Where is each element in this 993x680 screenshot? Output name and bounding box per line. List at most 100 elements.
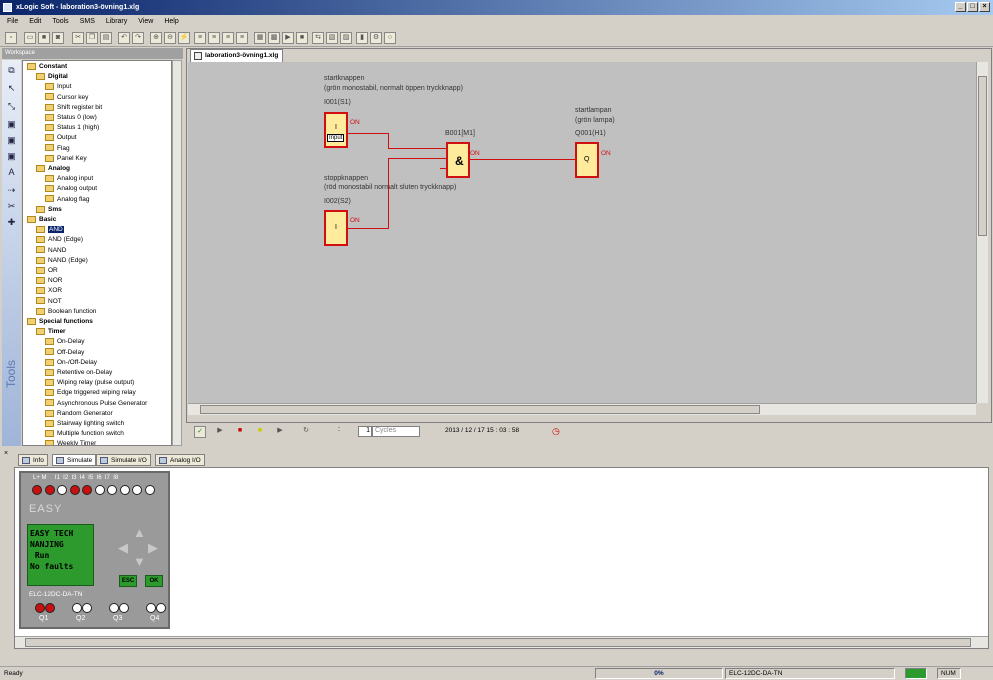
- tree-item[interactable]: NAND (Edge): [36, 256, 88, 266]
- tree-item[interactable]: Output: [45, 133, 77, 143]
- upload-icon[interactable]: ▨: [340, 32, 352, 44]
- simulate-icon[interactable]: ▶: [282, 32, 294, 44]
- tree-item[interactable]: Stairway lighting switch: [45, 419, 124, 429]
- sim-play-icon[interactable]: ▶: [214, 426, 226, 438]
- tree-item[interactable]: On-Delay: [45, 337, 84, 347]
- tree-item[interactable]: Off-Delay: [45, 348, 84, 358]
- tree-item[interactable]: Analog input: [45, 174, 93, 184]
- sim-start-icon[interactable]: ✓: [194, 426, 206, 438]
- tree-item[interactable]: Panel Key: [45, 154, 87, 164]
- input-led[interactable]: [132, 485, 142, 495]
- stop-icon[interactable]: ■: [296, 32, 308, 44]
- tree-item[interactable]: Random Generator: [45, 409, 113, 419]
- redo-icon[interactable]: ↷: [132, 32, 144, 44]
- tree-item[interactable]: AND (Edge): [36, 235, 83, 245]
- tree-item[interactable]: Multiple function switch: [45, 429, 124, 439]
- menu-file[interactable]: File: [7, 18, 18, 25]
- tree-item[interactable]: Analog: [36, 164, 70, 174]
- tree-item[interactable]: XOR: [36, 286, 62, 296]
- menu-help[interactable]: Help: [164, 18, 178, 25]
- chart-icon[interactable]: ▦: [254, 32, 266, 44]
- tree-item[interactable]: Flag: [45, 144, 70, 154]
- tree-item[interactable]: Digital: [36, 72, 68, 82]
- tree-item[interactable]: Status 0 (low): [45, 113, 97, 123]
- save-as-icon[interactable]: ◙: [52, 32, 64, 44]
- add-icon[interactable]: ✚: [5, 216, 18, 229]
- tree-item[interactable]: Wiping relay (pulse output): [45, 378, 134, 388]
- transfer-icon[interactable]: ⇆: [312, 32, 324, 44]
- tab-simulate[interactable]: Simulate: [52, 454, 97, 466]
- connect-icon[interactable]: ⚡: [178, 32, 190, 44]
- align-right-icon[interactable]: ≡: [222, 32, 234, 44]
- input-led[interactable]: [69, 485, 80, 495]
- menu-sms[interactable]: SMS: [80, 18, 95, 25]
- input-led[interactable]: [32, 485, 42, 495]
- tree-item[interactable]: AND: [36, 225, 64, 235]
- vscroll-thumb[interactable]: [978, 76, 987, 236]
- tree-item[interactable]: Retentive on-Delay: [45, 368, 112, 378]
- link-icon[interactable]: ⇢: [5, 184, 18, 197]
- diagram-canvas[interactable]: startknappen (grön monostabil, normalt ö…: [188, 62, 976, 403]
- menu-library[interactable]: Library: [106, 18, 127, 25]
- hscroll-thumb[interactable]: [200, 405, 760, 414]
- tree-item[interactable]: On-/Off-Delay: [45, 358, 97, 368]
- gf-block-icon[interactable]: ▣: [5, 134, 18, 147]
- panel-hscroll-thumb[interactable]: [25, 638, 971, 647]
- dpad-left-icon[interactable]: ◀: [118, 540, 128, 556]
- tree-item[interactable]: Asynchronous Pulse Generator: [45, 399, 147, 409]
- tree-item[interactable]: NOR: [36, 276, 62, 286]
- close-panel-icon[interactable]: ×: [4, 450, 8, 457]
- menu-tools[interactable]: Tools: [52, 18, 68, 25]
- tree-item[interactable]: OR: [36, 266, 58, 276]
- align-left-icon[interactable]: ≡: [194, 32, 206, 44]
- maximize-button[interactable]: □: [967, 2, 978, 12]
- connector-icon[interactable]: ⤡: [5, 100, 18, 113]
- cycles-input[interactable]: 1: [358, 426, 372, 437]
- sim-loop-icon[interactable]: ↻: [300, 426, 312, 438]
- menu-edit[interactable]: Edit: [29, 18, 41, 25]
- align-center-icon[interactable]: ≡: [208, 32, 220, 44]
- dpad-up-icon[interactable]: ▲: [133, 525, 146, 540]
- sim-pause-icon[interactable]: ■: [254, 426, 266, 438]
- ok-button[interactable]: OK: [145, 575, 163, 587]
- panel-hscrollbar[interactable]: [15, 636, 988, 648]
- copy-icon[interactable]: ❐: [86, 32, 98, 44]
- tree-item[interactable]: Edge triggered wiping relay: [45, 388, 136, 398]
- sf-block-icon[interactable]: ▣: [5, 150, 18, 163]
- document-tab[interactable]: laboration3-övning1.xlg: [190, 49, 284, 62]
- input-led[interactable]: [44, 485, 55, 495]
- input-led[interactable]: [94, 485, 105, 495]
- tree-item[interactable]: Sms: [36, 205, 62, 215]
- undo-icon[interactable]: ↶: [118, 32, 130, 44]
- plc-dpad[interactable]: ▲ ◀ ▶ ▼: [118, 525, 162, 569]
- clock-icon[interactable]: ◷: [552, 426, 560, 437]
- save-icon[interactable]: ■: [38, 32, 50, 44]
- tree-item[interactable]: Boolean function: [36, 307, 96, 317]
- grid-icon[interactable]: ▩: [268, 32, 280, 44]
- sim-step-icon[interactable]: ▶: [274, 426, 286, 438]
- input-led[interactable]: [144, 485, 155, 495]
- tree-item[interactable]: Constant: [27, 62, 67, 72]
- and-block-m1[interactable]: &: [446, 142, 470, 178]
- tab-info[interactable]: Info: [18, 454, 48, 466]
- tree-scrollbar[interactable]: [172, 60, 182, 446]
- tree-item[interactable]: Input: [45, 82, 71, 92]
- workspace-toggle-icon[interactable]: ⧉: [5, 64, 18, 77]
- input-block-s2[interactable]: I: [324, 210, 348, 246]
- new-icon[interactable]: ▫: [5, 32, 17, 44]
- sim-stop-icon[interactable]: ■: [234, 426, 246, 438]
- menu-view[interactable]: View: [138, 18, 153, 25]
- tree-item[interactable]: Weekly Timer: [45, 439, 96, 445]
- input-block-s1[interactable]: I Input: [324, 112, 348, 148]
- cut-icon[interactable]: ✂: [72, 32, 84, 44]
- tree-item[interactable]: Timer: [36, 327, 66, 337]
- tree-item[interactable]: Analog output: [45, 184, 97, 194]
- input-led[interactable]: [57, 485, 67, 495]
- open-icon[interactable]: ▭: [24, 32, 36, 44]
- cycles-unit-select[interactable]: Cycles: [372, 426, 420, 437]
- tree-item[interactable]: NOT: [36, 297, 62, 307]
- zoom-out-icon[interactable]: ⊖: [164, 32, 176, 44]
- cut-line-icon[interactable]: ✂: [5, 200, 18, 213]
- tree-item[interactable]: Special functions: [27, 317, 93, 327]
- canvas-vertical-scrollbar[interactable]: [976, 62, 988, 403]
